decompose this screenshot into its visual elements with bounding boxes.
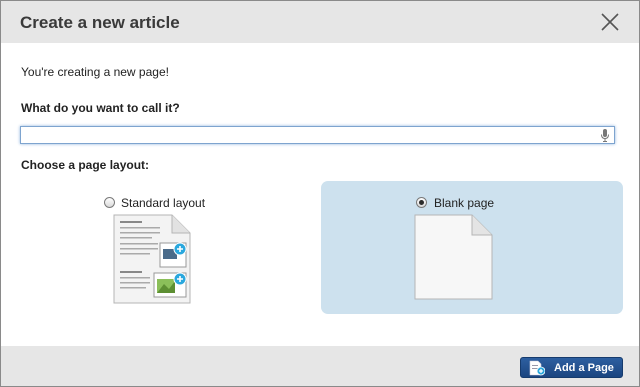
add-page-button[interactable]: Add a Page bbox=[520, 357, 623, 378]
page-name-input[interactable] bbox=[20, 126, 615, 144]
layout-option-blank[interactable]: Blank page bbox=[321, 181, 623, 314]
intro-text: You're creating a new page! bbox=[21, 65, 169, 79]
page-name-label: What do you want to call it? bbox=[21, 101, 180, 115]
standard-layout-page-icon bbox=[113, 214, 191, 304]
close-icon[interactable] bbox=[599, 11, 621, 33]
radio-selected-dot bbox=[419, 200, 424, 205]
dialog-footer: Add a Page bbox=[1, 346, 639, 386]
dialog-header: Create a new article bbox=[1, 1, 639, 43]
blank-page-radio[interactable] bbox=[416, 197, 427, 208]
microphone-icon[interactable] bbox=[600, 129, 610, 142]
blank-page-label: Blank page bbox=[434, 196, 495, 210]
standard-layout-radio[interactable] bbox=[104, 197, 115, 208]
standard-layout-label: Standard layout bbox=[121, 196, 206, 210]
dialog-title: Create a new article bbox=[20, 13, 180, 32]
layout-option-standard[interactable]: Standard layout bbox=[93, 181, 233, 311]
layout-label: Choose a page layout: bbox=[21, 158, 150, 172]
blank-page-icon bbox=[414, 214, 493, 300]
create-article-dialog: Create a new article You're creating a n… bbox=[0, 0, 640, 387]
add-page-icon bbox=[529, 360, 545, 376]
add-page-button-label: Add a Page bbox=[554, 362, 614, 374]
